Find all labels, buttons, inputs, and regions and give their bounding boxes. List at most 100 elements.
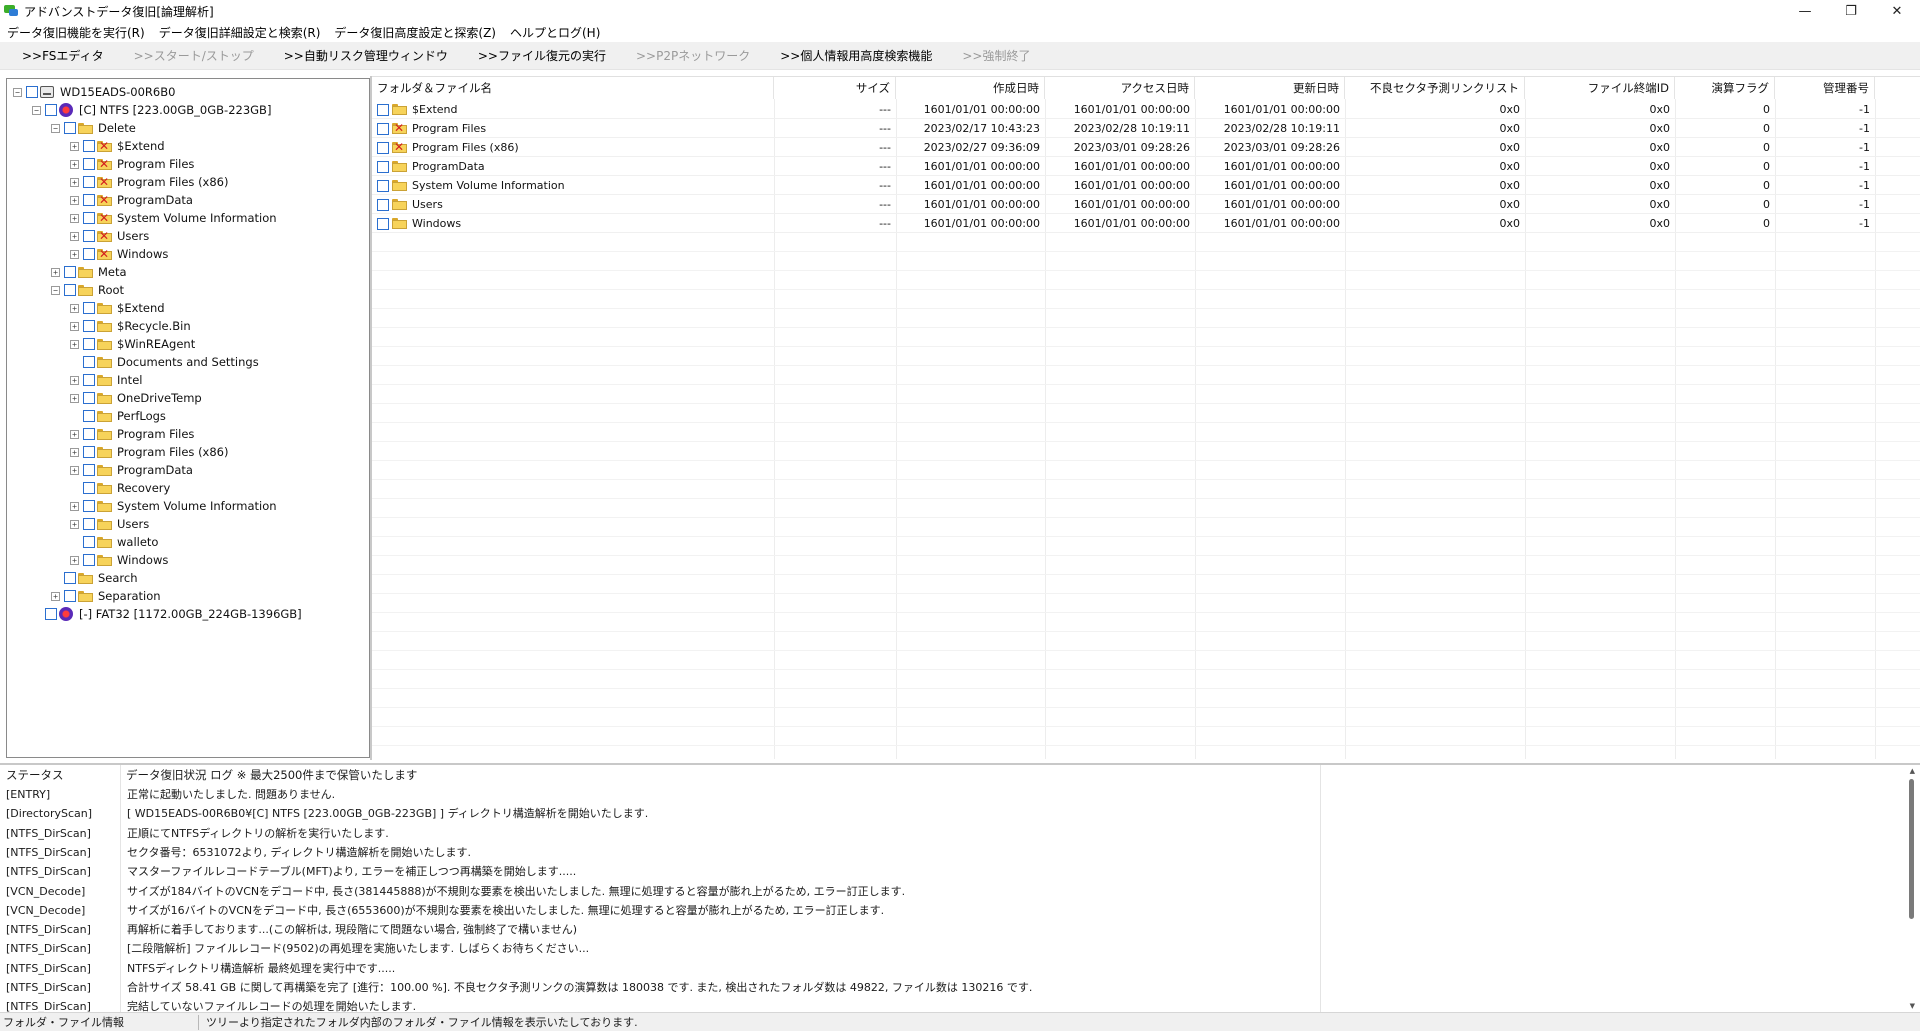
personal-info-search-button[interactable]: >>個人情報用高度検索機能 <box>772 47 940 64</box>
row-checkbox[interactable] <box>377 160 389 173</box>
tree-node[interactable]: Documents and Settings <box>70 353 259 371</box>
menu-recovery-detail[interactable]: データ復旧詳細設定と検索(R) <box>152 24 328 41</box>
collapse-icon[interactable]: − <box>32 105 41 115</box>
tree-checkbox[interactable] <box>83 518 95 530</box>
tree-node[interactable]: + Program Files (x86) <box>70 443 228 461</box>
tree-node[interactable]: + ProgramData <box>70 461 193 479</box>
expand-icon[interactable]: + <box>51 267 60 277</box>
log-entry[interactable]: [NTFS_DirScan] マスターファイルレコードテーブル(MFT)より, エ… <box>0 862 1320 881</box>
tree-checkbox[interactable] <box>83 500 95 512</box>
log-entry[interactable]: [NTFS_DirScan] 完結していないファイルレコードの処理を開始いたします… <box>0 997 1320 1012</box>
expand-icon[interactable]: + <box>70 339 79 349</box>
tree-checkbox[interactable] <box>64 122 76 134</box>
tree-checkbox[interactable] <box>83 392 95 404</box>
tree-checkbox[interactable] <box>83 230 95 242</box>
tree-node[interactable]: + Program Files <box>70 425 194 443</box>
start-stop-button[interactable]: >>スタート/ストップ <box>126 47 262 64</box>
tree-checkbox[interactable] <box>64 572 76 584</box>
tree-node[interactable]: [-] FAT32 [1172.00GB_224GB-1396GB] <box>32 605 302 623</box>
tree-checkbox[interactable] <box>83 320 95 332</box>
table-row[interactable]: $Extend --- 1601/01/01 00:00:00 1601/01/01 … <box>372 100 1920 119</box>
tree-checkbox[interactable] <box>83 482 95 494</box>
tree-node[interactable]: + OneDriveTemp <box>70 389 202 407</box>
expand-icon[interactable]: + <box>70 321 79 331</box>
col-header-accessed[interactable]: アクセス日時 <box>1045 77 1195 99</box>
menu-recovery-advanced[interactable]: データ復旧高度設定と探索(Z) <box>327 24 503 41</box>
menu-run-recovery[interactable]: データ復旧機能を実行(R) <box>0 24 152 41</box>
scroll-down-icon[interactable]: ▼ <box>1910 1002 1915 1010</box>
tree-node[interactable]: + ✕ $Extend <box>70 137 165 155</box>
tree-checkbox[interactable] <box>45 608 57 620</box>
tree-node[interactable]: − Delete <box>51 119 136 137</box>
tree-checkbox[interactable] <box>83 536 95 548</box>
tree-node[interactable]: + Windows <box>70 551 168 569</box>
col-header-mgmt[interactable]: 管理番号 <box>1775 77 1875 99</box>
tree-checkbox[interactable] <box>83 410 95 422</box>
log-entry[interactable]: [ENTRY] 正常に起動いたしました. 問題ありません. <box>0 785 1320 804</box>
log-scrollbar[interactable] <box>1909 779 1914 919</box>
col-header-flag[interactable]: 演算フラグ <box>1675 77 1775 99</box>
tree-node[interactable]: + ✕ Windows <box>70 245 168 263</box>
tree-checkbox[interactable] <box>83 140 95 152</box>
tree-checkbox[interactable] <box>64 266 76 278</box>
expand-icon[interactable]: + <box>70 375 79 385</box>
expand-icon[interactable]: + <box>70 555 79 565</box>
log-header-message[interactable]: データ復旧状況 ログ ※ 最大2500件まで保管いたします <box>126 765 417 785</box>
p2p-network-button[interactable]: >>P2Pネットワーク <box>628 47 758 64</box>
log-header-status[interactable]: ステータス <box>6 765 64 785</box>
tree-node[interactable]: + System Volume Information <box>70 497 277 515</box>
expand-icon[interactable]: + <box>70 213 79 223</box>
tree-node[interactable]: + ✕ System Volume Information <box>70 209 277 227</box>
collapse-icon[interactable]: − <box>51 123 60 133</box>
log-entry[interactable]: [NTFS_DirScan] 合計サイズ 58.41 GB に関して再構築を完了 … <box>0 978 1320 997</box>
expand-icon[interactable]: + <box>70 429 79 439</box>
expand-icon[interactable]: + <box>51 591 60 601</box>
tree-checkbox[interactable] <box>83 158 95 170</box>
tree-node[interactable]: + Users <box>70 515 149 533</box>
force-quit-button[interactable]: >>強制終了 <box>954 47 1038 64</box>
collapse-icon[interactable]: − <box>51 285 60 295</box>
tree-checkbox[interactable] <box>83 464 95 476</box>
tree-node[interactable]: + ✕ Users <box>70 227 149 245</box>
tree-checkbox[interactable] <box>83 356 95 368</box>
maximize-button[interactable]: ❐ <box>1828 0 1874 22</box>
tree-checkbox[interactable] <box>83 428 95 440</box>
file-restore-button[interactable]: >>ファイル復元の実行 <box>470 47 614 64</box>
col-header-size[interactable]: サイズ <box>774 77 896 99</box>
tree-node[interactable]: − Root <box>51 281 124 299</box>
log-entry[interactable]: [NTFS_DirScan] 再解析に着手しております...(この解析は, 現段階… <box>0 920 1320 939</box>
tree-checkbox[interactable] <box>83 302 95 314</box>
tree-checkbox[interactable] <box>83 194 95 206</box>
log-entry[interactable]: [NTFS_DirScan] 正順にてNTFSディレクトリの解析を実行いたします. <box>0 824 1320 843</box>
tree-node[interactable]: PerfLogs <box>70 407 166 425</box>
table-row[interactable]: ✕ Program Files --- 2023/02/17 10:43:23 2023… <box>372 119 1920 138</box>
expand-icon[interactable]: + <box>70 465 79 475</box>
tree-checkbox[interactable] <box>83 176 95 188</box>
tree-node[interactable]: + Intel <box>70 371 142 389</box>
tree-checkbox[interactable] <box>83 554 95 566</box>
expand-icon[interactable]: + <box>70 141 79 151</box>
log-entry[interactable]: [VCN_Decode] サイズが16バイトのVCNをデコード中, 長さ(6553… <box>0 901 1320 920</box>
expand-icon[interactable]: + <box>70 501 79 511</box>
log-entry[interactable]: [VCN_Decode] サイズが184バイトのVCNをデコード中, 長さ(381… <box>0 882 1320 901</box>
expand-icon[interactable]: + <box>70 177 79 187</box>
expand-icon[interactable]: + <box>70 393 79 403</box>
tree-node[interactable]: + $Recycle.Bin <box>70 317 191 335</box>
expand-icon[interactable]: + <box>70 447 79 457</box>
tree-checkbox[interactable] <box>83 374 95 386</box>
expand-icon[interactable]: + <box>70 303 79 313</box>
expand-icon[interactable]: + <box>70 195 79 205</box>
folder-tree[interactable]: − WD15EADS-00R6B0 − [C] NTFS [223.00GB_0GB-… <box>6 78 370 758</box>
tree-checkbox[interactable] <box>83 446 95 458</box>
tree-node[interactable]: + ✕ Program Files <box>70 155 194 173</box>
tree-node[interactable]: + ✕ Program Files (x86) <box>70 173 228 191</box>
tree-checkbox[interactable] <box>64 284 76 296</box>
expand-icon[interactable]: + <box>70 159 79 169</box>
tree-node[interactable]: − WD15EADS-00R6B0 <box>13 83 175 101</box>
table-row[interactable]: ✕ Program Files (x86) --- 2023/02/27 09:36:… <box>372 138 1920 157</box>
expand-icon[interactable]: + <box>70 249 79 259</box>
row-checkbox[interactable] <box>377 122 389 135</box>
fs-editor-button[interactable]: >>FSエディタ <box>14 47 112 64</box>
minimize-button[interactable]: — <box>1782 0 1828 22</box>
log-entry[interactable]: [NTFS_DirScan] [二段階解析] ファイルレコード(9502)の再処理… <box>0 939 1320 958</box>
